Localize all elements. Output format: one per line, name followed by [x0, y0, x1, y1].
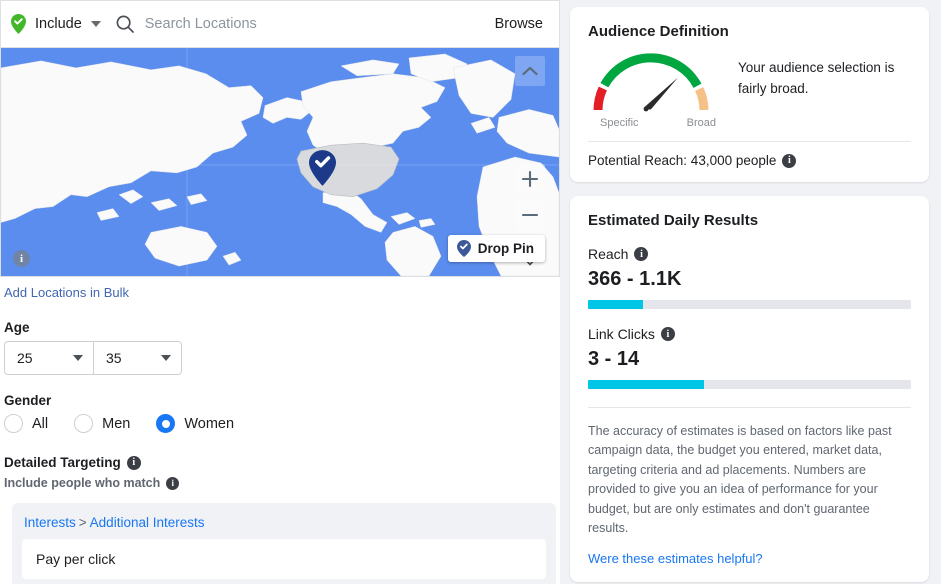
map-zoom-out-button[interactable] [515, 200, 545, 230]
map-zoom-in-button[interactable] [515, 164, 545, 194]
gender-option-men[interactable]: Men [74, 414, 130, 433]
interest-value: Pay per click [36, 551, 116, 567]
location-search-bar: Include Browse [0, 0, 560, 47]
radio-men[interactable] [74, 414, 94, 433]
audience-message: Your audience selection is fairly broad. [738, 60, 895, 96]
detailed-targeting-subtitle: Include people who match i [4, 476, 560, 490]
map-info-icon[interactable]: i [13, 250, 30, 267]
age-max-select[interactable]: 35 [93, 341, 182, 375]
radio-women[interactable] [156, 414, 176, 433]
breadcrumb-separator: > [78, 515, 87, 530]
estimated-daily-results-card: Estimated Daily Results Reach i 366 - 1.… [570, 196, 929, 583]
metric-label-reach: Reach i [588, 246, 911, 262]
gauge-label-broad: Broad [686, 117, 716, 129]
gender-label-men: Men [102, 415, 131, 432]
gauge-labels: Specific Broad [588, 117, 724, 129]
metric-label-link-clicks-text: Link Clicks [588, 326, 655, 342]
audience-definition-card: Audience Definition Specific Broad Your … [570, 7, 929, 182]
metric-value-link-clicks: 3 - 14 [588, 348, 640, 370]
potential-reach-text: Potential Reach: 43,000 people [588, 153, 777, 168]
map-pin-check-blue-icon [456, 240, 471, 257]
audience-gauge: Specific Broad [588, 44, 724, 129]
breadcrumb-additional-interests[interactable]: Additional Interests [90, 515, 205, 530]
drop-pin-button[interactable]: Drop Pin [447, 235, 545, 262]
potential-reach-line: Potential Reach: 43,000 people i [588, 153, 911, 168]
estimated-results-title: Estimated Daily Results [588, 212, 759, 229]
divider [588, 141, 911, 142]
gender-label-women: Women [184, 415, 235, 432]
map-collapse-button[interactable] [515, 56, 545, 86]
gender-option-all[interactable]: All [4, 414, 48, 433]
chevron-down-icon [73, 355, 83, 361]
ads-audience-editor: Include Browse [0, 0, 941, 584]
metric-label-reach-text: Reach [588, 246, 629, 262]
info-icon[interactable]: i [782, 153, 797, 168]
breadcrumb: Interests > Additional Interests [24, 515, 546, 530]
gender-option-women[interactable]: Women [156, 414, 234, 433]
divider [588, 407, 911, 408]
gauge-label-specific: Specific [600, 117, 639, 129]
breadcrumb-interests[interactable]: Interests [24, 515, 76, 530]
targeting-form-column: Include Browse [0, 0, 560, 584]
age-section-title: Age [4, 320, 30, 335]
targeting-selection-box: Interests > Additional Interests Pay per c… [12, 503, 556, 584]
browse-button[interactable]: Browse [493, 16, 545, 32]
gender-section-title: Gender [4, 393, 52, 408]
chevron-down-icon [161, 355, 171, 361]
drop-pin-label: Drop Pin [477, 241, 534, 256]
metric-bar-reach [588, 300, 911, 309]
metric-label-link-clicks: Link Clicks i [588, 326, 911, 342]
estimates-disclaimer: The accuracy of estimates is based on fa… [588, 424, 892, 535]
plus-icon [521, 170, 539, 188]
map-pin-check-green-icon [11, 13, 26, 34]
audience-definition-title: Audience Definition [588, 23, 729, 40]
estimates-helpful-link[interactable]: Were these estimates helpful? [588, 551, 763, 566]
chevron-down-icon[interactable] [90, 20, 101, 27]
gender-radio-group: All Men Women [4, 414, 560, 433]
search-icon [115, 14, 135, 34]
audience-definition-body: Specific Broad Your audience selection i… [588, 44, 911, 129]
metric-bar-link-clicks [588, 380, 911, 389]
radio-all[interactable] [4, 414, 23, 433]
detailed-targeting-subtitle-text: Include people who match [4, 476, 161, 490]
age-max-value: 35 [106, 350, 122, 366]
info-icon[interactable]: i [660, 327, 675, 341]
add-locations-bulk-link[interactable]: Add Locations in Bulk [4, 285, 129, 300]
chevron-up-icon [522, 66, 538, 76]
metric-value-reach: 366 - 1.1K [588, 268, 682, 290]
minus-icon [521, 213, 539, 217]
interest-value-field[interactable]: Pay per click [22, 539, 546, 579]
age-min-select[interactable]: 25 [4, 341, 93, 375]
include-dropdown-label[interactable]: Include [35, 16, 82, 32]
metric-bar-link-clicks-fill [588, 380, 705, 389]
metric-bar-reach-fill [588, 300, 643, 309]
age-range-row: 25 35 [4, 341, 560, 375]
summary-column: Audience Definition Specific Broad Your … [560, 0, 941, 584]
age-min-value: 25 [17, 350, 33, 366]
detailed-targeting-title: Detailed Targeting i [4, 455, 560, 470]
detailed-targeting-title-text: Detailed Targeting [4, 455, 121, 470]
info-icon[interactable]: i [634, 247, 649, 261]
gauge-graphic [593, 53, 709, 112]
locations-map[interactable]: Drop Pin i [0, 47, 560, 277]
search-input[interactable] [144, 15, 493, 32]
info-icon[interactable]: i [126, 455, 141, 470]
info-icon[interactable]: i [166, 476, 180, 490]
gender-label-all: All [32, 415, 49, 432]
